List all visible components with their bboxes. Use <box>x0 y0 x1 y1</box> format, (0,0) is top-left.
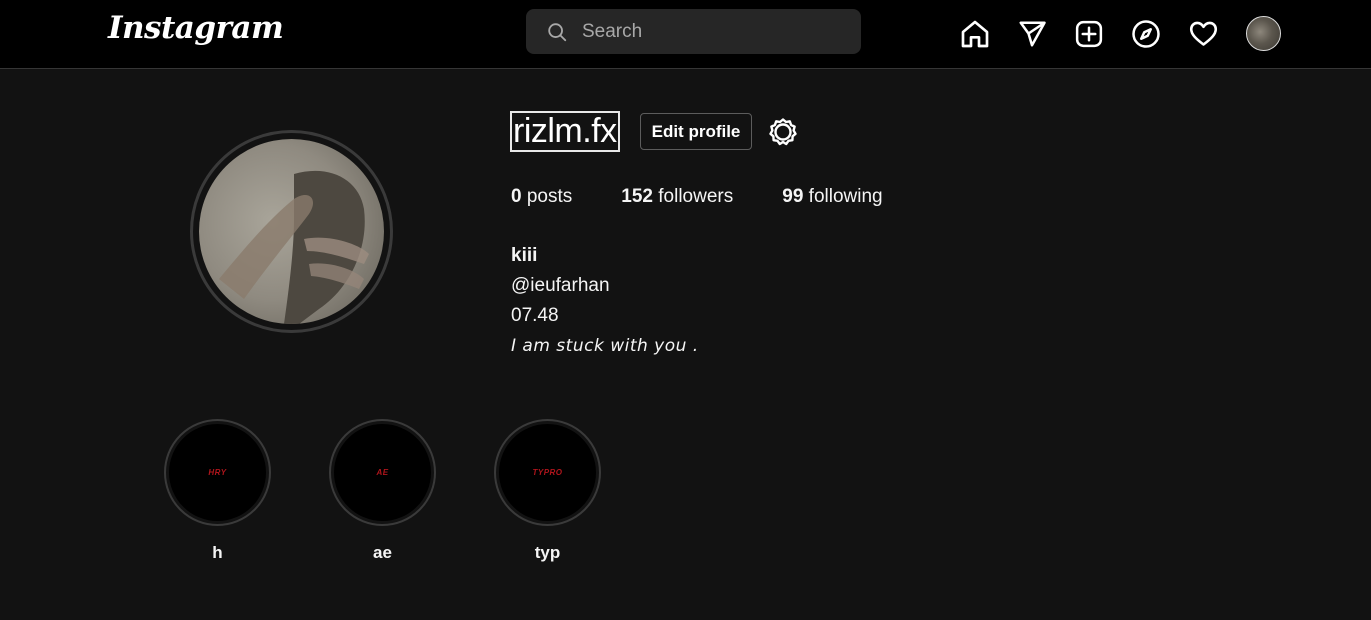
highlight-label: typ <box>534 543 561 562</box>
profile-avatar[interactable] <box>1246 16 1281 51</box>
highlight-label: ae <box>373 543 392 562</box>
highlight-cover-text: TYPRO <box>532 468 563 477</box>
profile-full-name: kiii <box>511 245 538 266</box>
bio-quote: I am stuck with you . <box>511 336 699 356</box>
highlight-item[interactable]: AE ae <box>329 419 436 563</box>
instagram-logo[interactable]: Instagram <box>108 10 284 46</box>
search-icon <box>548 22 567 41</box>
followers-count: 152 <box>621 186 653 207</box>
followers-label: followers <box>658 186 734 207</box>
highlight-cover: AE <box>334 424 431 521</box>
highlight-cover: HRY <box>169 424 266 521</box>
highlight-cover-text: AE <box>376 468 389 477</box>
highlight-cover: TYPRO <box>499 424 596 521</box>
highlight-item[interactable]: HRY h <box>164 419 271 563</box>
posts-stat[interactable]: 0 posts <box>511 186 572 208</box>
followers-stat[interactable]: 152 followers <box>621 186 733 208</box>
search-input[interactable] <box>582 20 842 43</box>
explore-icon[interactable] <box>1129 17 1163 51</box>
profile-username: rizlm.fx <box>510 111 620 152</box>
highlight-ring: HRY <box>164 419 271 526</box>
bio-line: 07.48 <box>511 305 559 326</box>
search-box[interactable] <box>526 9 861 54</box>
new-post-icon[interactable] <box>1072 17 1106 51</box>
posts-label: posts <box>526 186 573 207</box>
highlight-ring: TYPRO <box>494 419 601 526</box>
edit-profile-button[interactable]: Edit profile <box>640 113 752 150</box>
heart-icon[interactable] <box>1186 17 1220 51</box>
bio-handle[interactable]: @ieufarhan <box>511 271 699 301</box>
highlight-item[interactable]: TYPRO typ <box>494 419 601 563</box>
following-label: following <box>808 186 883 207</box>
profile-picture[interactable] <box>190 130 393 333</box>
top-navigation-bar: Instagram <box>0 0 1371 69</box>
posts-count: 0 <box>511 186 522 207</box>
home-icon[interactable] <box>958 17 992 51</box>
nav-icons <box>958 16 1281 51</box>
highlight-cover-text: HRY <box>208 468 227 477</box>
following-count: 99 <box>782 186 804 207</box>
story-highlights: HRY h AE ae TYPRO typ <box>164 419 659 563</box>
highlight-ring: AE <box>329 419 436 526</box>
highlight-label: h <box>212 543 223 562</box>
profile-stats: 0 posts 152 followers 99 following <box>511 186 932 208</box>
settings-gear-icon[interactable] <box>767 116 799 148</box>
send-icon[interactable] <box>1015 17 1049 51</box>
profile-bio: kiii @ieufarhan 07.48 I am stuck with yo… <box>511 241 699 361</box>
profile-photo <box>199 139 384 324</box>
following-stat[interactable]: 99 following <box>782 186 882 208</box>
